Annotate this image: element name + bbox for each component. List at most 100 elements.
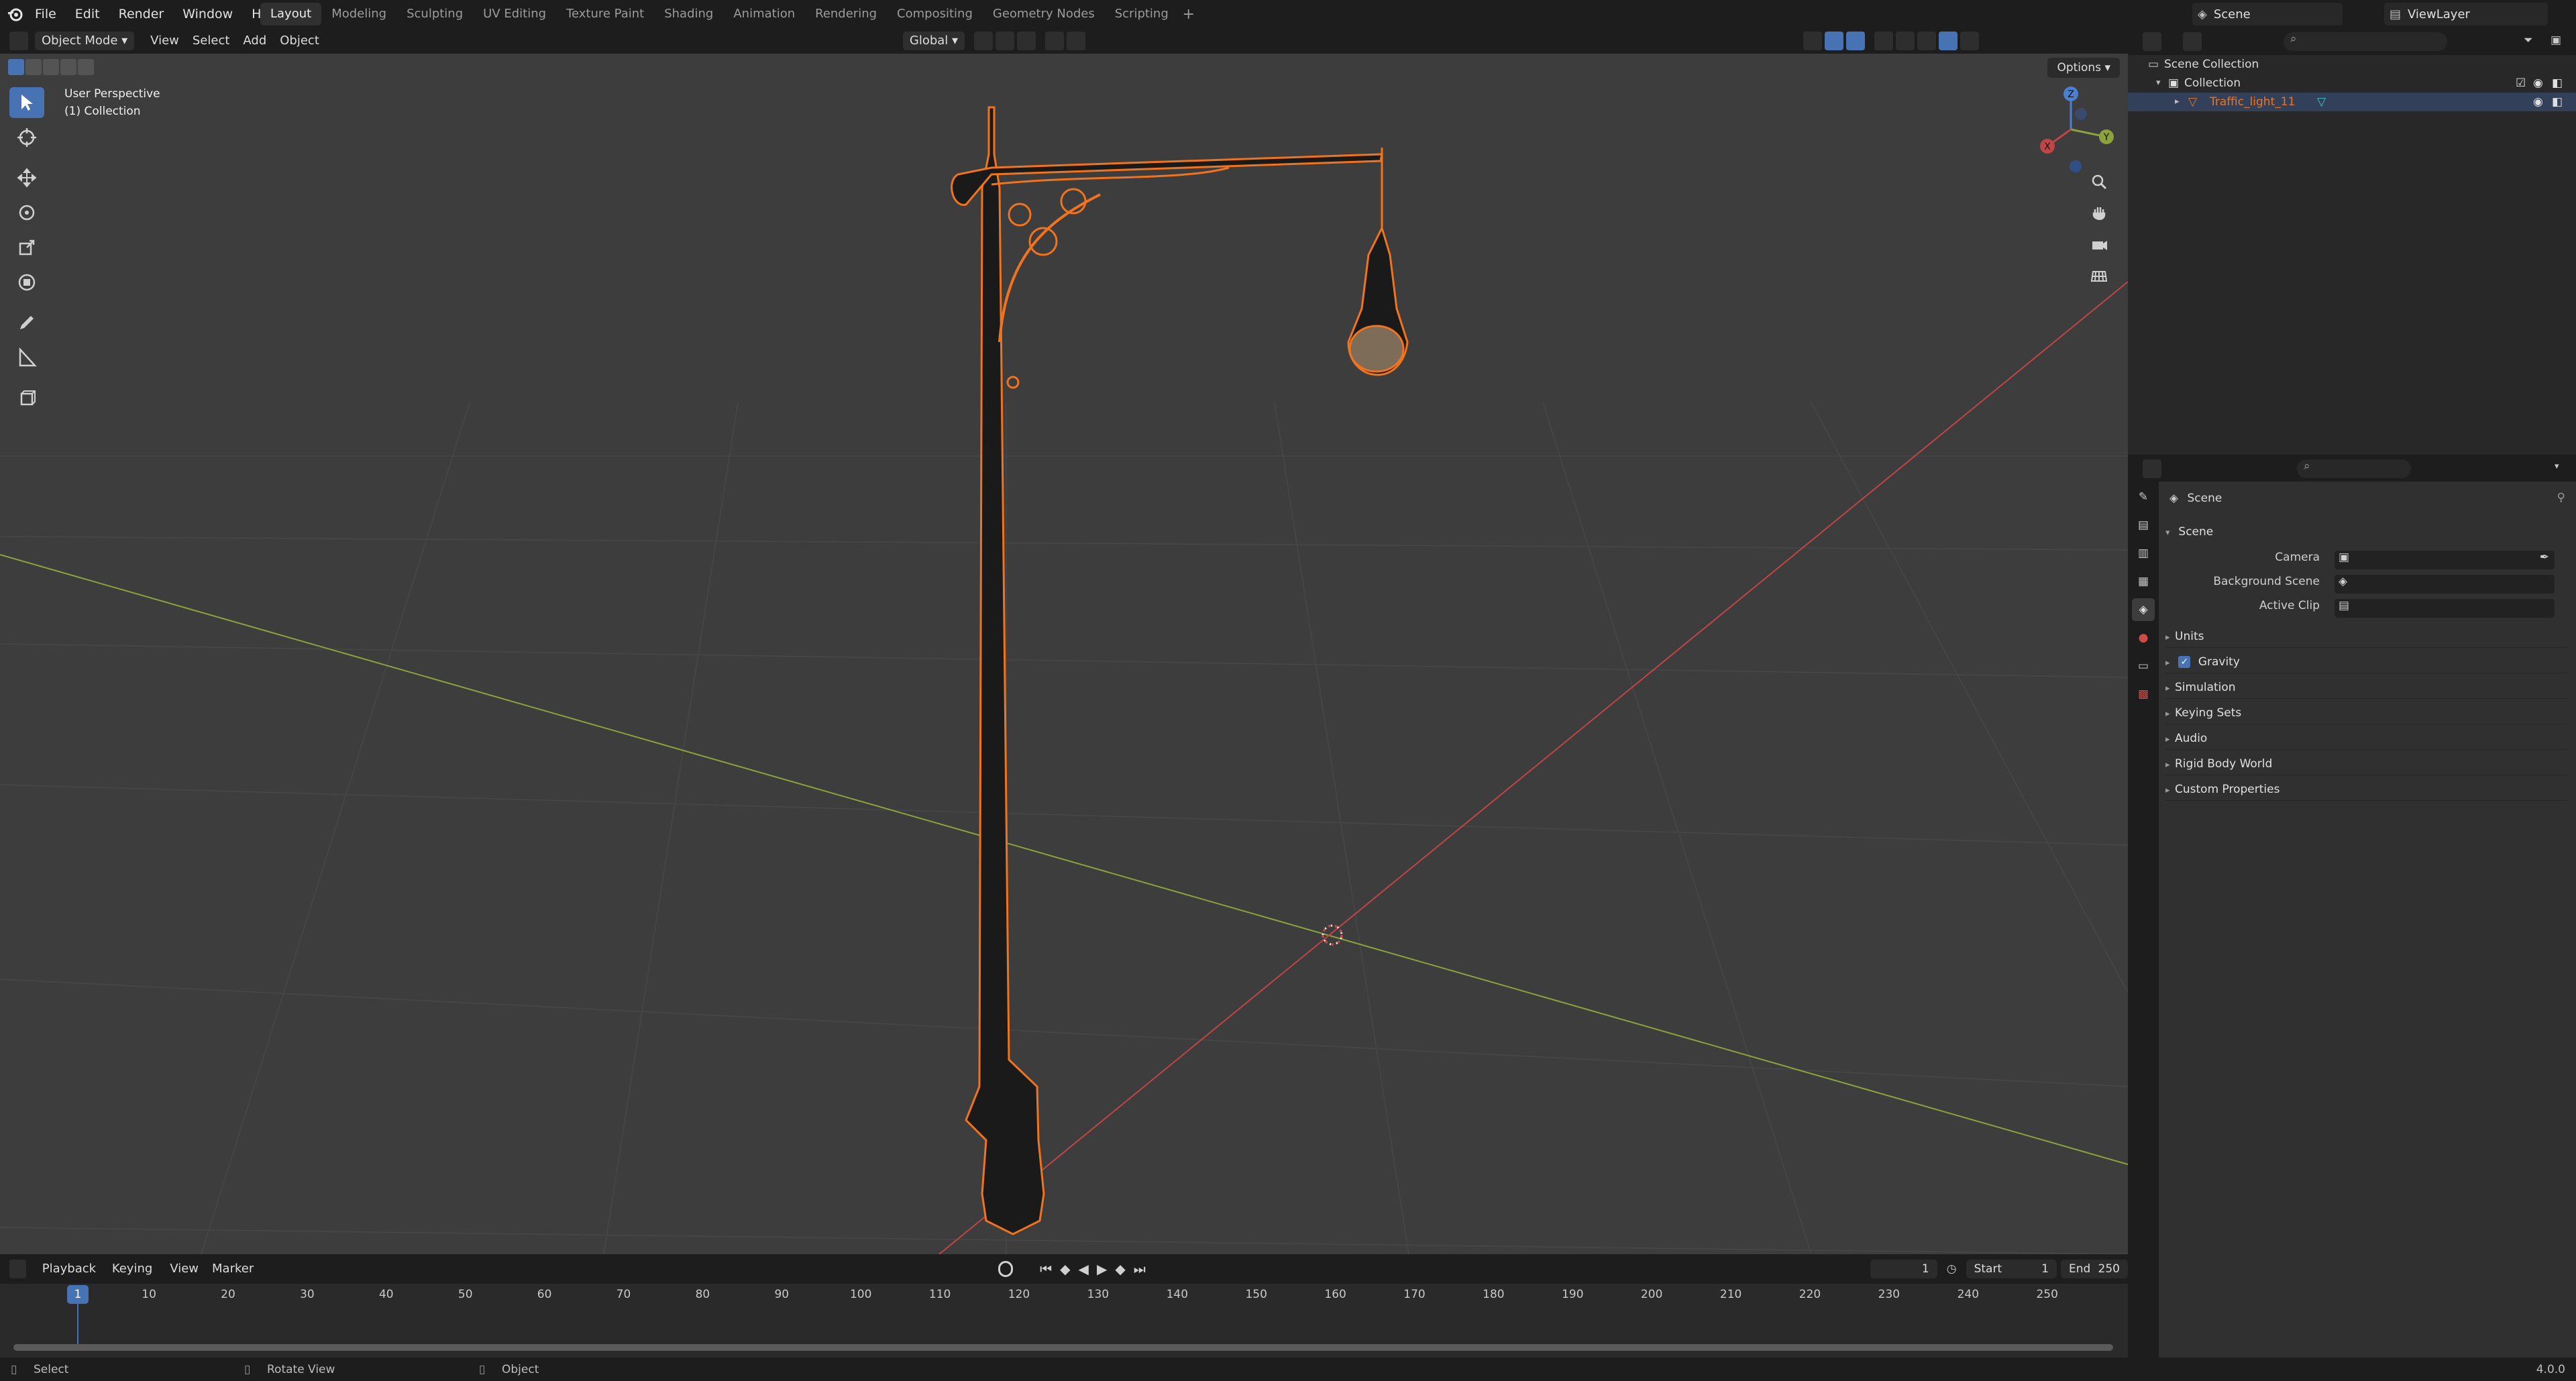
solid-shading-icon[interactable] (1917, 32, 1937, 50)
jump-start-icon[interactable]: ⏮ (1040, 1261, 1052, 1277)
properties-search-input[interactable]: ⌕ (2297, 459, 2411, 478)
view-layer-tab-icon[interactable]: ▦ (2132, 570, 2155, 593)
background-scene-field[interactable]: ◈ (2334, 575, 2555, 594)
active-clip-field[interactable]: ▤ (2334, 599, 2555, 618)
select-mode-extend-icon[interactable] (25, 59, 42, 75)
xray-toggle-icon[interactable] (1874, 32, 1894, 50)
pin-icon[interactable]: ⚲ (2557, 491, 2565, 504)
menu-object[interactable]: Object (273, 32, 326, 50)
camera-view-button[interactable] (2085, 231, 2113, 259)
panel-gravity[interactable]: ▸ ✓ Gravity (2165, 651, 2568, 673)
rotate-tool[interactable] (9, 197, 44, 228)
cursor-tool[interactable] (9, 122, 44, 153)
menu-add[interactable]: Add (236, 32, 273, 50)
play-reverse-icon[interactable]: ◀ (1079, 1261, 1089, 1277)
eye-icon[interactable]: ◉ (2533, 74, 2543, 93)
tab-texture-paint[interactable]: Texture Paint (556, 3, 654, 25)
wireframe-shading-icon[interactable] (1896, 32, 1915, 50)
add-workspace-button[interactable]: + (1179, 6, 1199, 23)
rendered-shading-icon[interactable] (1960, 32, 1980, 50)
panel-units[interactable]: ▸ Units (2165, 625, 2568, 648)
display-mode-icon[interactable] (2183, 32, 2202, 51)
select-mode-intersect-icon[interactable] (78, 59, 94, 75)
outliner[interactable]: ▭ Scene Collection ▾ ▣ Collection ☑ ◉ ◧ … (2128, 55, 2576, 455)
snap-target-icon[interactable] (1017, 32, 1036, 50)
world-tab-icon[interactable]: ● (2132, 626, 2155, 649)
tab-modeling[interactable]: Modeling (321, 3, 396, 25)
view-layer-selector[interactable]: ▤ ViewLayer (2384, 3, 2548, 25)
menu-window[interactable]: Window (182, 7, 233, 21)
camera-field[interactable]: ▣ ✒ (2334, 551, 2555, 569)
menu-view[interactable]: View (144, 32, 186, 50)
clock-icon[interactable]: ◷ (1947, 1262, 1957, 1276)
properties-editor-type-icon[interactable] (2143, 459, 2161, 478)
jump-end-icon[interactable]: ⏭ (1134, 1261, 1146, 1277)
object-camera-render-icon[interactable]: ◧ (2552, 93, 2563, 111)
tab-scripting[interactable]: Scripting (1105, 3, 1179, 25)
menu-select[interactable]: Select (186, 32, 237, 50)
falloff-icon[interactable] (1067, 32, 1086, 50)
collection-tab-icon[interactable]: ▭ (2132, 655, 2155, 677)
exclude-checkbox-icon[interactable]: ☑ (2516, 74, 2526, 93)
prev-keyframe-icon[interactable]: ◆ (1060, 1261, 1070, 1277)
transform-tool[interactable] (9, 267, 44, 298)
timeline-view-menu[interactable]: View (163, 1260, 205, 1278)
editor-type-icon[interactable] (9, 32, 28, 50)
scene-tab-icon[interactable]: ◈ (2132, 598, 2155, 621)
timeline-scrollbar[interactable] (13, 1344, 2113, 1351)
outliner-editor-type-icon[interactable] (2143, 32, 2161, 51)
snap-icon[interactable] (996, 32, 1015, 50)
outliner-row-scene-collection[interactable]: ▭ Scene Collection (2128, 55, 2576, 74)
panel-simulation[interactable]: ▸ Simulation (2165, 676, 2568, 699)
texture-tab-icon[interactable]: ▩ (2132, 683, 2155, 706)
properties-options-chevron-icon[interactable]: ▾ (2555, 461, 2559, 472)
new-collection-icon[interactable]: ▣ (2551, 34, 2561, 47)
object-eye-icon[interactable]: ◉ (2533, 93, 2543, 111)
tab-animation[interactable]: Animation (723, 3, 805, 25)
menu-file[interactable]: File (35, 7, 56, 21)
material-shading-icon[interactable] (1939, 32, 1958, 50)
timeline-editor-type-icon[interactable] (9, 1260, 26, 1278)
pivot-point-icon[interactable] (974, 32, 994, 50)
expand-chevron-icon[interactable]: ▸ (2175, 93, 2180, 111)
zoom-view-button[interactable] (2085, 168, 2113, 196)
render-tab-icon[interactable]: ▤ (2132, 514, 2155, 537)
blender-logo-icon[interactable] (7, 5, 24, 23)
visibility-icon[interactable] (1803, 32, 1823, 50)
tab-compositing[interactable]: Compositing (887, 3, 983, 25)
scene-selector[interactable]: ◈ Scene (2192, 3, 2343, 25)
current-frame-field[interactable]: 1 (1870, 1260, 1937, 1278)
select-box-tool[interactable] (9, 87, 44, 118)
object-mode-dropdown[interactable]: Object Mode ▾ (35, 32, 135, 50)
scale-tool[interactable] (9, 232, 44, 263)
marker-menu[interactable]: Marker (205, 1260, 260, 1278)
tab-layout[interactable]: Layout (260, 3, 322, 25)
next-keyframe-icon[interactable]: ◆ (1115, 1261, 1125, 1277)
playback-menu[interactable]: Playback ▾ (36, 1260, 105, 1294)
transform-orientation-dropdown[interactable]: Global ▾ (902, 32, 965, 50)
navigation-gizmo[interactable]: Z Y X (2027, 86, 2114, 173)
measure-tool[interactable] (9, 342, 44, 373)
panel-rigid-body-world[interactable]: ▸ Rigid Body World (2165, 753, 2568, 775)
collapse-chevron-icon[interactable]: ▾ (2156, 74, 2161, 93)
play-icon[interactable]: ▶ (1097, 1261, 1107, 1277)
camera-render-icon[interactable]: ◧ (2552, 74, 2563, 93)
tab-uv-editing[interactable]: UV Editing (473, 3, 556, 25)
add-cube-tool[interactable] (9, 382, 44, 413)
select-mode-subtract-icon[interactable] (43, 59, 59, 75)
outliner-row-collection[interactable]: ▾ ▣ Collection ☑ ◉ ◧ (2128, 74, 2576, 93)
proportional-editing-icon[interactable] (1045, 32, 1065, 50)
start-frame-field[interactable]: Start 1 (1966, 1260, 2057, 1278)
tab-sculpting[interactable]: Sculpting (396, 3, 473, 25)
pan-view-button[interactable] (2085, 199, 2113, 227)
gizmo-toggle-icon[interactable] (1825, 32, 1844, 50)
toggle-projection-button[interactable] (2085, 262, 2113, 290)
panel-keying-sets[interactable]: ▸ Keying Sets (2165, 702, 2568, 724)
tool-tab-icon[interactable]: ✎ (2132, 486, 2155, 508)
overlay-toggle-icon[interactable] (1846, 32, 1866, 50)
panel-custom-properties[interactable]: ▸ Custom Properties (2165, 778, 2568, 801)
select-mode-invert-icon[interactable] (60, 59, 76, 75)
tab-geometry-nodes[interactable]: Geometry Nodes (983, 3, 1105, 25)
timeline[interactable]: 10 20 30 40 50 60 70 80 90 100 110 120 130 140 150 160 1… (0, 1284, 2128, 1358)
panel-audio[interactable]: ▸ Audio (2165, 727, 2568, 750)
